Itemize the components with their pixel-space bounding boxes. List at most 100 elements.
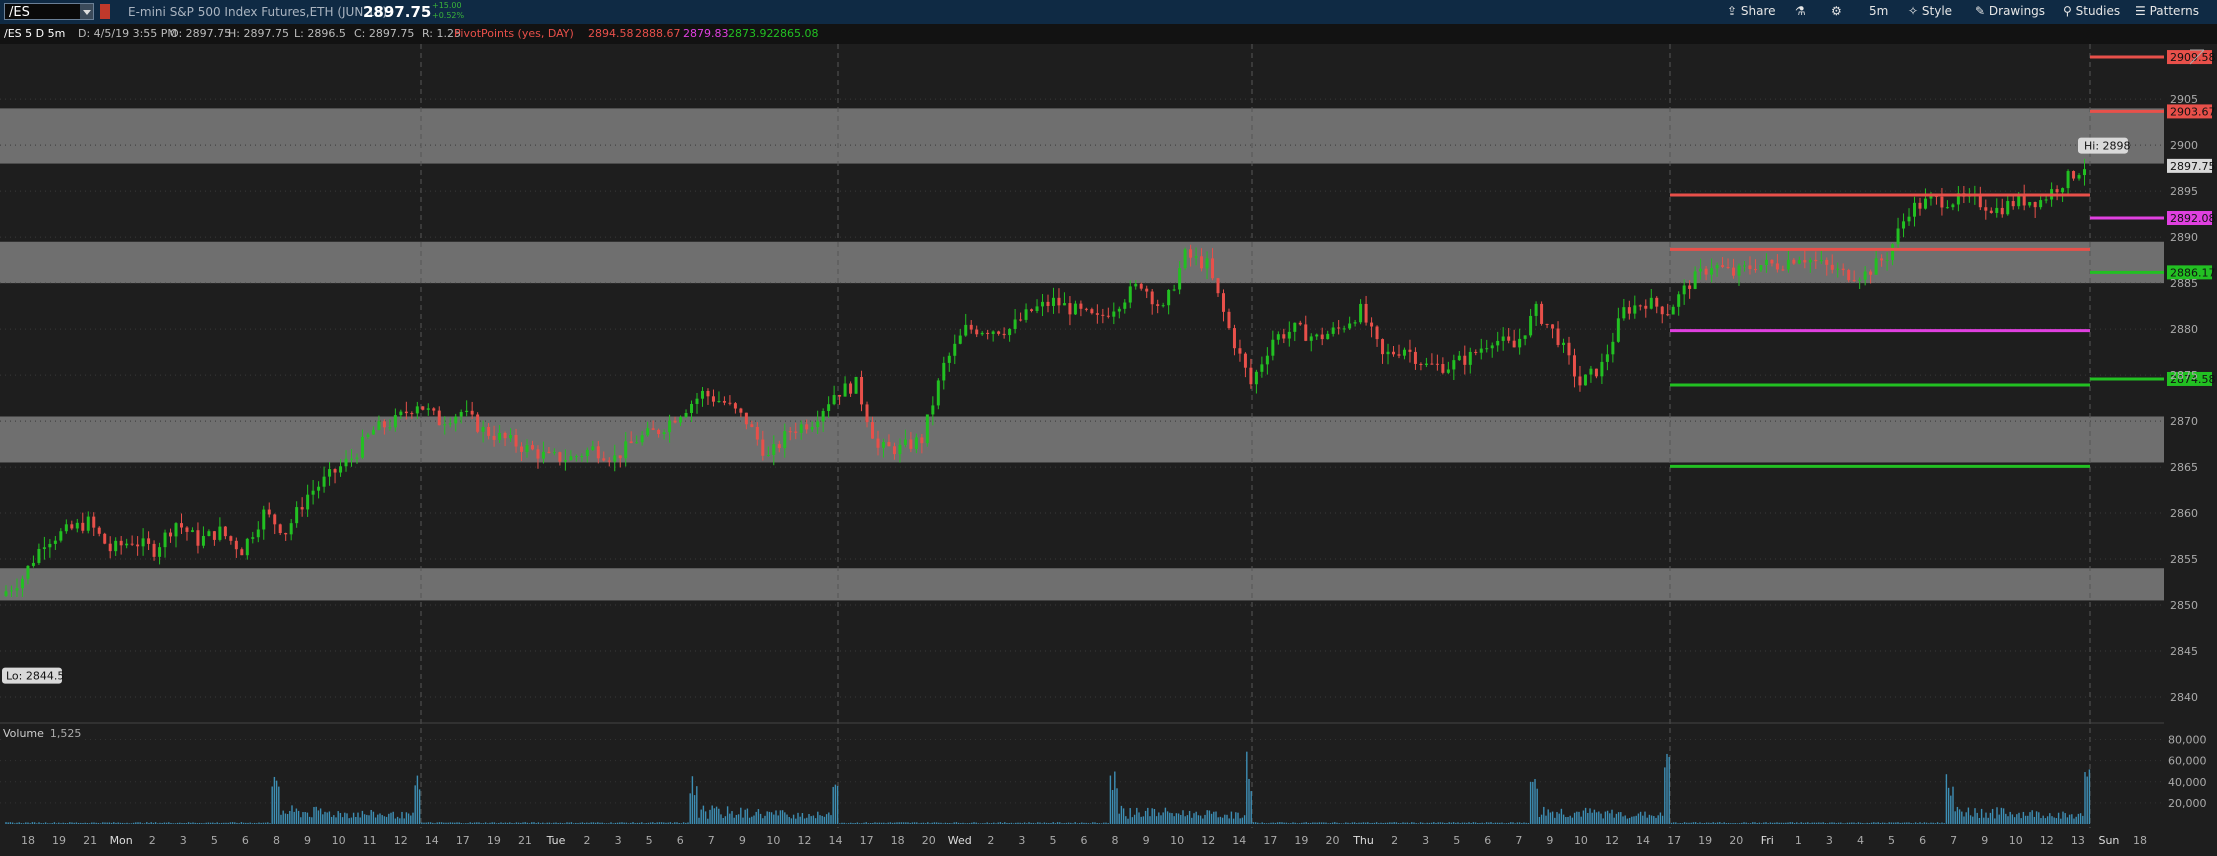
pencil-icon: ✎	[1975, 4, 1986, 18]
time-tick-label: 21	[518, 834, 532, 847]
timeframe-button[interactable]: 5m	[1869, 4, 1888, 18]
time-tick-label: 3	[615, 834, 622, 847]
price-tick-label: 2865	[2170, 461, 2198, 474]
candle-body	[1249, 367, 1253, 385]
candle-body	[514, 434, 518, 447]
candle-body	[1721, 265, 1725, 267]
share-button[interactable]: ⇪ Share	[1727, 4, 1776, 18]
bar-close: C: 2897.75	[354, 27, 415, 40]
studies-label: Studies	[2075, 4, 2121, 18]
time-tick-label: 9	[304, 834, 311, 847]
drawings-button[interactable]: ✎ Drawings	[1975, 4, 2045, 18]
change-percent: +0.52%	[432, 11, 465, 20]
price-tick-label: 2850	[2170, 599, 2198, 612]
candle-body	[1068, 303, 1072, 315]
time-tick-label: 17	[1263, 834, 1277, 847]
candle-body	[1008, 328, 1012, 336]
candle-body	[1562, 342, 1566, 345]
candle-body	[547, 451, 551, 453]
time-tick-label: 5	[1049, 834, 1056, 847]
candle-body	[947, 355, 951, 363]
time-tick-label: 9	[739, 834, 746, 847]
candle-body	[1704, 268, 1708, 275]
candle-body	[843, 383, 847, 397]
candle-body	[1019, 319, 1023, 321]
candle-body	[1534, 303, 1538, 316]
candle-body	[580, 456, 584, 458]
support-zone	[0, 416, 2164, 463]
candle-body	[147, 538, 151, 544]
candle-body	[158, 547, 162, 557]
candle-body	[1359, 303, 1363, 323]
candle-body	[125, 543, 129, 546]
candle-body	[849, 383, 853, 394]
candle-body	[1189, 249, 1193, 258]
candle-body	[1178, 268, 1182, 290]
candle-body	[4, 591, 8, 596]
candle-body	[536, 449, 540, 459]
bar-open: O: 2897.75	[170, 27, 232, 40]
candle-body	[234, 540, 238, 550]
time-tick-label: 17	[860, 834, 874, 847]
candle-body	[1819, 259, 1823, 262]
flask-icon[interactable]: ⚗	[1795, 4, 1806, 18]
candle-body	[1841, 268, 1845, 271]
net-change: +15.00 +0.52%	[432, 1, 464, 21]
time-tick-label: 17	[456, 834, 470, 847]
candle-body	[311, 490, 315, 495]
candle-body	[1402, 349, 1406, 356]
candle-body	[1386, 351, 1390, 355]
time-tick-label: 18	[891, 834, 905, 847]
candle-body	[81, 522, 85, 531]
candle-body	[832, 395, 836, 405]
candle-body	[1567, 342, 1571, 356]
link-icon[interactable]	[100, 4, 110, 19]
candle-body	[1156, 304, 1160, 306]
candle-body	[1589, 368, 1593, 375]
candle-body	[1496, 340, 1500, 346]
candle-body	[1742, 265, 1746, 267]
candle-body	[300, 507, 304, 510]
candle-body	[1737, 265, 1741, 276]
candle-body	[1320, 334, 1324, 340]
gear-icon[interactable]: ⚙	[1831, 4, 1842, 18]
price-chart[interactable]: 2909.582903.672892.082886.172874.5828402…	[0, 44, 2217, 856]
patterns-button[interactable]: ☰ Patterns	[2135, 4, 2199, 18]
candle-body	[1540, 303, 1544, 324]
style-button[interactable]: ✧ Style	[1908, 4, 1952, 18]
candle-body	[256, 529, 260, 538]
candle-body	[1326, 333, 1330, 340]
time-tick-label: 1	[1795, 834, 1802, 847]
candle-body	[1216, 278, 1220, 294]
time-tick-label: 8	[273, 834, 280, 847]
price-tick-label: 2895	[2170, 185, 2198, 198]
candle-body	[772, 444, 776, 455]
candle-body	[1419, 363, 1423, 365]
candle-body	[2000, 207, 2004, 215]
candle-body	[651, 428, 655, 430]
candle-body	[410, 413, 414, 415]
candle-body	[931, 405, 935, 415]
candle-body	[426, 408, 430, 410]
candle-body	[1847, 270, 1851, 281]
candle-body	[97, 527, 101, 534]
time-tick-label: 21	[83, 834, 97, 847]
candle-body	[1041, 301, 1045, 307]
candle-body	[1830, 264, 1834, 270]
candle-body	[2028, 201, 2032, 206]
candle-body	[668, 420, 672, 433]
candle-body	[1435, 363, 1439, 365]
candle-body	[739, 408, 743, 413]
candle-body	[404, 411, 408, 414]
candle-body	[114, 540, 118, 552]
candle-body	[613, 455, 617, 462]
time-tick-label: 2	[1391, 834, 1398, 847]
studies-button[interactable]: ⚲ Studies	[2063, 4, 2120, 18]
candle-body	[42, 547, 46, 549]
candle-body	[1583, 374, 1587, 386]
time-tick-label: 2	[149, 834, 156, 847]
candle-body	[245, 538, 249, 556]
symbol-dropdown-icon[interactable]	[80, 4, 93, 19]
candle-body	[755, 426, 759, 440]
candle-body	[777, 444, 781, 449]
